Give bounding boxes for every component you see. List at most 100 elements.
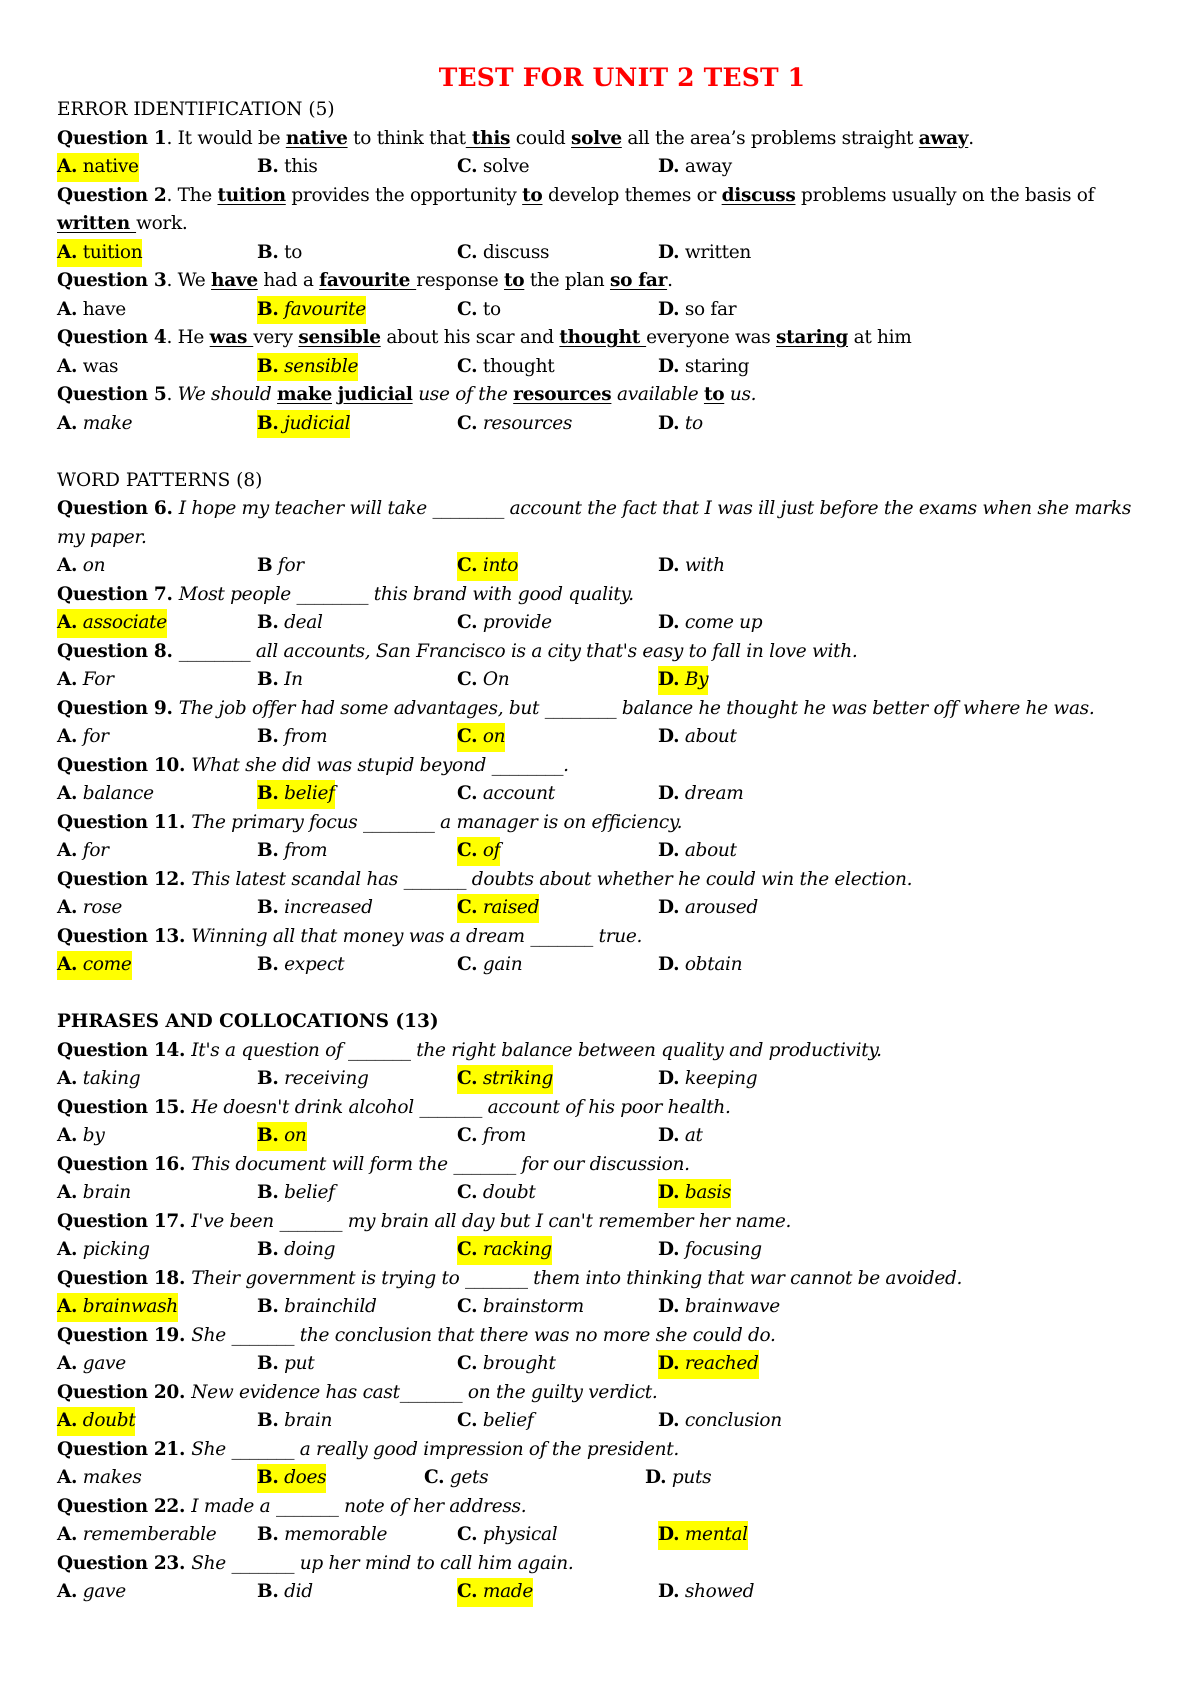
answer-option-a[interactable]: A. gave bbox=[57, 1350, 126, 1379]
answer-option-a[interactable]: A. balance bbox=[57, 780, 154, 809]
answer-option-d[interactable]: D. obtain bbox=[658, 951, 743, 980]
answer-option-c[interactable]: C. resources bbox=[457, 410, 572, 439]
answer-option-b[interactable]: B. receiving bbox=[257, 1065, 369, 1094]
answer-option-a[interactable]: A. gave bbox=[57, 1578, 126, 1607]
answer-option-b[interactable]: B. on bbox=[257, 1122, 307, 1151]
answer-option-d[interactable]: D. about bbox=[658, 723, 737, 752]
answer-option-d[interactable]: D. to bbox=[658, 410, 703, 439]
answer-option-d[interactable]: D. conclusion bbox=[658, 1407, 782, 1436]
answer-option-b[interactable]: B. increased bbox=[257, 894, 373, 923]
answer-option-c[interactable]: C. gets bbox=[424, 1464, 489, 1493]
answer-option-b[interactable]: B. judicial bbox=[257, 409, 351, 438]
answer-option-d[interactable]: D. brainwave bbox=[658, 1293, 780, 1322]
answer-option-a[interactable]: A. brainwash bbox=[57, 1293, 178, 1322]
answer-option-d[interactable]: D. dream bbox=[658, 780, 744, 809]
question-stem: I made a _______ note of her address. bbox=[191, 1495, 527, 1517]
answer-option-a[interactable]: A. rose bbox=[57, 894, 122, 923]
answer-option-b[interactable]: B. this bbox=[257, 153, 318, 182]
answer-option-d[interactable]: D. focusing bbox=[658, 1236, 762, 1265]
answer-option-d[interactable]: D. written bbox=[658, 239, 751, 268]
answer-option-c[interactable]: C. racking bbox=[457, 1236, 552, 1265]
answer-option-b[interactable]: B. brainchild bbox=[257, 1293, 377, 1322]
answer-option-a[interactable]: A. for bbox=[57, 723, 109, 752]
answer-option-d[interactable]: D. with bbox=[658, 552, 725, 581]
answer-option-b[interactable]: B. belief bbox=[257, 780, 335, 809]
answer-option-a[interactable]: A. For bbox=[57, 666, 114, 695]
answer-option-c[interactable]: C. On bbox=[457, 666, 510, 695]
answer-option-c[interactable]: C. provide bbox=[457, 609, 552, 638]
answer-option-b[interactable]: B. did bbox=[257, 1578, 313, 1607]
answer-option-b[interactable]: B. deal bbox=[257, 609, 323, 638]
answer-option-c[interactable]: C. made bbox=[457, 1578, 533, 1607]
answer-option-a[interactable]: A. on bbox=[57, 552, 106, 581]
answer-option-b[interactable]: B. put bbox=[257, 1350, 315, 1379]
answer-option-c[interactable]: C. from bbox=[457, 1122, 526, 1151]
answer-option-b[interactable]: B. memorable bbox=[257, 1521, 387, 1550]
question-number: Question 17 bbox=[57, 1210, 179, 1232]
option-text: make bbox=[77, 412, 133, 434]
answer-option-b[interactable]: B. expect bbox=[257, 951, 345, 980]
answer-option-a[interactable]: A. by bbox=[57, 1122, 105, 1151]
option-text: come up bbox=[679, 612, 763, 633]
answer-option-b[interactable]: B. doing bbox=[257, 1236, 336, 1265]
answer-option-c[interactable]: C. of bbox=[457, 837, 501, 866]
underlined-word: to bbox=[522, 184, 543, 206]
answer-option-c[interactable]: C. to bbox=[457, 296, 501, 325]
answer-option-d[interactable]: D. about bbox=[658, 837, 737, 866]
answer-option-d[interactable]: D. staring bbox=[658, 353, 750, 382]
answer-option-d[interactable]: D. away bbox=[658, 153, 732, 182]
answer-option-a[interactable]: A. makes bbox=[57, 1464, 142, 1493]
answer-option-d[interactable]: D. come up bbox=[658, 609, 763, 638]
answer-option-a[interactable]: A. picking bbox=[57, 1236, 150, 1265]
answer-option-c[interactable]: C. belief bbox=[457, 1407, 534, 1436]
answer-option-d[interactable]: D. By bbox=[658, 666, 709, 695]
answer-option-c[interactable]: C. doubt bbox=[457, 1179, 536, 1208]
answer-option-b[interactable]: B. from bbox=[257, 723, 328, 752]
answer-option-b[interactable]: B. brain bbox=[257, 1407, 332, 1436]
answer-option-b[interactable]: B. does bbox=[257, 1464, 327, 1493]
answer-option-c[interactable]: C. striking bbox=[457, 1065, 553, 1094]
answer-option-d[interactable]: D. basis bbox=[658, 1179, 731, 1208]
answer-option-a[interactable]: A. doubt bbox=[57, 1407, 136, 1436]
answer-option-d[interactable]: D. aroused bbox=[658, 894, 758, 923]
answer-option-c[interactable]: C. on bbox=[457, 723, 506, 752]
answer-option-a[interactable]: A. have bbox=[57, 296, 126, 325]
answer-option-b[interactable]: B. In bbox=[257, 666, 303, 695]
answer-option-b[interactable]: B. from bbox=[257, 837, 328, 866]
answer-option-a[interactable]: A. tuition bbox=[57, 238, 143, 267]
answer-option-c[interactable]: C. physical bbox=[457, 1521, 558, 1550]
answer-option-a[interactable]: A. come bbox=[57, 951, 132, 980]
answer-option-a[interactable]: A. native bbox=[57, 153, 139, 182]
answer-option-c[interactable]: C. discuss bbox=[457, 239, 550, 268]
answer-option-d[interactable]: D. reached bbox=[658, 1350, 759, 1379]
answer-option-b[interactable]: B. favourite bbox=[257, 295, 366, 324]
answer-option-a[interactable]: A. taking bbox=[57, 1065, 141, 1094]
answer-option-c[interactable]: C. into bbox=[457, 552, 518, 581]
option-letter: D. bbox=[658, 1068, 680, 1089]
answer-option-c[interactable]: C. thought bbox=[457, 353, 555, 382]
answer-option-d[interactable]: D. mental bbox=[658, 1521, 748, 1550]
answer-option-c[interactable]: C. brainstorm bbox=[457, 1293, 584, 1322]
answer-option-b[interactable]: B. belief bbox=[257, 1179, 335, 1208]
answer-option-a[interactable]: A. brain bbox=[57, 1179, 131, 1208]
answer-option-b[interactable]: B. sensible bbox=[257, 352, 358, 381]
answer-option-d[interactable]: D. keeping bbox=[658, 1065, 758, 1094]
answer-option-c[interactable]: C. solve bbox=[457, 153, 530, 182]
answer-option-a[interactable]: A. was bbox=[57, 353, 119, 382]
answer-option-a[interactable]: A. for bbox=[57, 837, 109, 866]
answer-option-d[interactable]: D. showed bbox=[658, 1578, 755, 1607]
answer-option-c[interactable]: C. account bbox=[457, 780, 555, 809]
answer-option-a[interactable]: A. make bbox=[57, 410, 133, 439]
answer-option-c[interactable]: C. gain bbox=[457, 951, 523, 980]
answer-option-b[interactable]: B. to bbox=[257, 239, 302, 268]
answer-option-b[interactable]: B for bbox=[257, 552, 304, 581]
answer-option-d[interactable]: D. so far bbox=[658, 296, 737, 325]
answer-option-d[interactable]: D. at bbox=[658, 1122, 703, 1151]
answer-option-a[interactable]: A. associate bbox=[57, 609, 167, 638]
option-text: aroused bbox=[679, 897, 758, 918]
answer-option-c[interactable]: C. raised bbox=[457, 894, 539, 923]
answer-option-c[interactable]: C. brought bbox=[457, 1350, 556, 1379]
answer-option-d[interactable]: D. puts bbox=[645, 1464, 712, 1493]
answer-option-a[interactable]: A. rememberable bbox=[57, 1521, 217, 1550]
answer-options: A. doubt B. brain C. belief D. conclusion bbox=[57, 1407, 1157, 1436]
